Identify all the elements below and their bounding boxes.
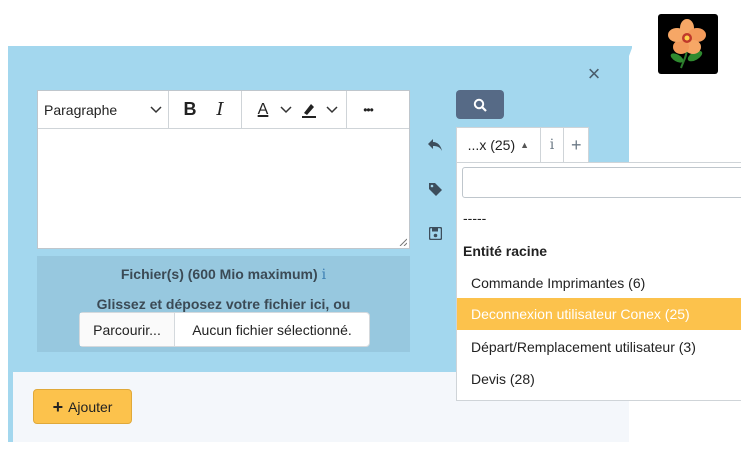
italic-button[interactable]: I bbox=[205, 95, 235, 125]
add-button-label: Ajouter bbox=[68, 398, 113, 415]
marker-icon bbox=[302, 103, 316, 118]
dropdown-group-label: Entité racine bbox=[463, 243, 548, 259]
resize-handle-icon[interactable] bbox=[399, 238, 407, 246]
category-dropdown-menu: ----- Entité racine Commande Imprimantes… bbox=[456, 162, 741, 401]
browse-button[interactable]: Parcourir... bbox=[80, 313, 175, 346]
paragraph-select[interactable]: Paragraphe bbox=[38, 102, 168, 118]
category-select-value[interactable]: ...x (25) ▲ bbox=[457, 128, 541, 162]
chevron-down-icon bbox=[326, 105, 338, 113]
dropdown-option-highlighted[interactable]: Deconnexion utilisateur Conex (25) bbox=[457, 298, 741, 330]
paragraph-select-label: Paragraphe bbox=[44, 101, 118, 118]
font-color-button[interactable]: A bbox=[248, 95, 278, 125]
search-button[interactable] bbox=[456, 90, 504, 119]
file-upload-title: Fichier(s) (600 Mio maximum) i bbox=[37, 266, 410, 283]
file-upload-title-text: Fichier(s) (600 Mio maximum) bbox=[120, 266, 318, 282]
font-color-dropdown[interactable] bbox=[278, 105, 294, 114]
close-icon[interactable]: × bbox=[584, 63, 604, 85]
highlight-button[interactable] bbox=[294, 95, 324, 125]
drop-instructions: Glissez et déposez votre fichier ici, ou bbox=[96, 296, 351, 312]
category-select[interactable]: ...x (25) ▲ i + bbox=[456, 127, 589, 162]
category-selected-text: ...x (25) bbox=[467, 137, 516, 153]
file-upload-zone[interactable]: Fichier(s) (600 Mio maximum) i Glissez et… bbox=[37, 256, 410, 352]
dropdown-option[interactable]: Commande Imprimantes (6) bbox=[457, 267, 741, 299]
selected-file-name: Aucun fichier sélectionné. bbox=[192, 321, 352, 338]
font-color-label: A bbox=[257, 100, 269, 118]
dropdown-search-input[interactable] bbox=[462, 167, 741, 198]
user-avatar[interactable] bbox=[658, 14, 718, 74]
chevron-down-icon bbox=[150, 105, 162, 113]
tag-icon bbox=[428, 182, 442, 196]
add-category-button[interactable]: + bbox=[564, 128, 588, 162]
info-icon[interactable]: i bbox=[322, 267, 326, 283]
save-button[interactable] bbox=[426, 224, 444, 242]
file-input[interactable]: Parcourir... Aucun fichier sélectionné. bbox=[79, 312, 370, 347]
add-button[interactable]: + Ajouter bbox=[33, 389, 132, 424]
caret-up-icon: ▲ bbox=[520, 140, 530, 150]
plus-icon: + bbox=[52, 396, 64, 417]
editor-toolbar: Paragraphe B I A ••• bbox=[38, 91, 409, 129]
more-button[interactable]: ••• bbox=[353, 95, 383, 125]
floppy-disk-icon bbox=[428, 226, 442, 240]
chevron-down-icon bbox=[280, 105, 292, 113]
bold-button[interactable]: B bbox=[175, 95, 205, 125]
editor-content-area[interactable] bbox=[38, 130, 409, 248]
info-icon[interactable]: i bbox=[541, 128, 565, 162]
reply-icon bbox=[428, 139, 442, 151]
highlight-dropdown[interactable] bbox=[324, 105, 340, 114]
rich-text-editor: Paragraphe B I A ••• bbox=[37, 90, 410, 249]
dropdown-option[interactable]: Départ/Remplacement utilisateur (3) bbox=[457, 331, 741, 363]
tag-button[interactable] bbox=[426, 180, 444, 198]
reply-button[interactable] bbox=[426, 136, 444, 154]
dropdown-option[interactable]: Devis (28) bbox=[457, 363, 741, 395]
dropdown-option[interactable]: ----- bbox=[457, 202, 741, 234]
flower-icon bbox=[668, 19, 706, 69]
search-icon bbox=[473, 98, 487, 112]
